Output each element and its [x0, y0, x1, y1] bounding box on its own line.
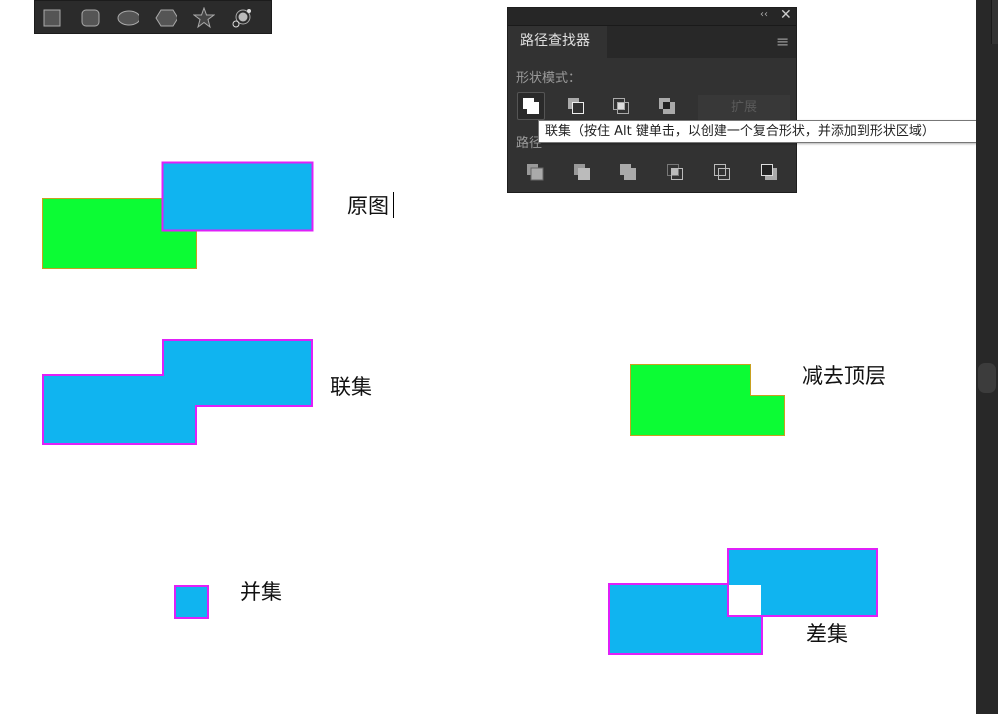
exclude-hole	[729, 585, 761, 615]
minus-back-button[interactable]	[755, 158, 783, 186]
merge-icon	[620, 164, 636, 180]
expand-button[interactable]: 扩展	[698, 95, 790, 121]
trim-button[interactable]	[568, 158, 596, 186]
minus-front-icon	[568, 98, 584, 114]
unite-button[interactable]	[517, 92, 545, 120]
tooltip: 联集（按住 Alt 键单击，以创建一个复合形状，并添加到形状区域）	[538, 120, 998, 143]
merge-button[interactable]	[614, 158, 642, 186]
minus-front-button[interactable]	[562, 92, 590, 120]
crop-button[interactable]	[661, 158, 689, 186]
divide-icon	[527, 164, 544, 181]
close-icon[interactable]: ✕	[780, 7, 792, 23]
label-original: 原图	[347, 194, 389, 218]
intersect-icon	[613, 98, 629, 114]
label-exclude: 差集	[806, 622, 848, 646]
outline-icon	[714, 164, 730, 180]
panel-header[interactable]: ‹‹ ✕	[508, 7, 796, 25]
divide-button[interactable]	[521, 158, 549, 186]
crop-icon	[667, 164, 683, 180]
intersect-result-shape[interactable]	[174, 585, 209, 619]
scrollbar-track[interactable]	[976, 0, 998, 714]
trim-icon	[574, 164, 590, 180]
label-minus-front: 减去顶层	[802, 364, 886, 388]
panel-menu-icon[interactable]: ≡	[776, 32, 789, 51]
pathfinder-panel: ‹‹ ✕ 路径查找器 ≡ 形状模式： 扩展 路径	[507, 7, 797, 193]
outline-button[interactable]	[708, 158, 736, 186]
tab-pathfinder[interactable]: 路径查找器	[508, 26, 607, 59]
minus-back-icon	[761, 164, 777, 180]
minus-front-result-shape[interactable]	[630, 364, 785, 436]
collapse-icon[interactable]: ‹‹	[760, 9, 768, 20]
exclude-button[interactable]	[653, 92, 681, 120]
intersect-button[interactable]	[607, 92, 635, 120]
unite-icon	[523, 98, 539, 114]
artboard	[42, 161, 878, 655]
text-cursor	[393, 192, 394, 218]
shape-modes-label: 形状模式：	[516, 71, 582, 86]
original-shapes[interactable]	[42, 161, 314, 269]
label-intersect: 并集	[240, 580, 282, 604]
unite-result-shape[interactable]	[42, 339, 313, 445]
blue-rectangle[interactable]	[161, 161, 314, 232]
side-panel-edge	[991, 0, 998, 44]
scrollbar-thumb[interactable]	[978, 363, 996, 393]
exclude-icon	[659, 98, 675, 114]
label-unite: 联集	[330, 375, 372, 399]
